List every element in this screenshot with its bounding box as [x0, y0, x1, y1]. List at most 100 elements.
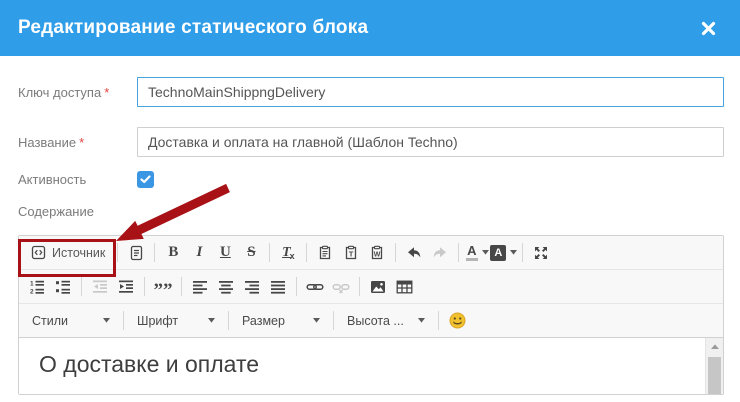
- check-icon: [140, 175, 151, 184]
- source-button[interactable]: Источник: [24, 240, 112, 265]
- toolbar-separator: [228, 311, 229, 330]
- activity-row: Активность: [18, 171, 724, 188]
- smiley-icon: [449, 312, 465, 329]
- bg-color-icon: A: [490, 244, 507, 261]
- modal-header: Редактирование статического блока: [0, 0, 740, 56]
- name-label: Название *: [18, 135, 85, 150]
- link-button[interactable]: [302, 274, 328, 299]
- toolbar-separator: [333, 311, 334, 330]
- chevron-down-icon: [510, 250, 518, 255]
- ordered-list-icon: 12: [30, 280, 44, 295]
- size-dropdown[interactable]: Размер: [234, 308, 328, 333]
- font-dropdown[interactable]: Шрифт: [129, 308, 223, 333]
- editor-scrollbar[interactable]: [705, 338, 723, 394]
- maximize-icon: [535, 246, 548, 259]
- toolbar-separator: [154, 243, 156, 262]
- scrollbar-up-button[interactable]: [706, 338, 723, 355]
- close-button[interactable]: [694, 14, 722, 42]
- toolbar-separator: [458, 243, 460, 262]
- redo-icon: [434, 246, 447, 257]
- align-left-button[interactable]: [187, 274, 213, 299]
- activity-checkbox[interactable]: [137, 171, 154, 188]
- align-right-icon: [245, 280, 259, 294]
- svg-text:T: T: [349, 249, 354, 258]
- chevron-down-icon: [103, 318, 110, 323]
- paste-text-icon: T: [346, 245, 357, 259]
- link-icon: [306, 283, 324, 290]
- align-center-button[interactable]: [213, 274, 239, 299]
- align-right-button[interactable]: [239, 274, 265, 299]
- outdent-icon: [93, 280, 107, 293]
- toolbar-separator: [359, 277, 360, 296]
- toolbar-separator: [438, 311, 439, 330]
- close-icon: [701, 21, 715, 35]
- chevron-down-icon: [481, 250, 489, 255]
- scrollbar-thumb[interactable]: [708, 357, 721, 394]
- chevron-down-icon: [208, 318, 215, 323]
- table-icon: [396, 280, 412, 293]
- ordered-list-button[interactable]: 12: [24, 274, 50, 299]
- blockquote-button[interactable]: ””: [150, 274, 176, 300]
- wysiwyg-editor: Источник B I U S Tx T W A A 1 2 ”” Стили…: [18, 235, 724, 395]
- justify-button[interactable]: [265, 274, 291, 299]
- image-icon: [371, 280, 385, 293]
- image-button[interactable]: [365, 274, 391, 299]
- chevron-down-icon: [418, 318, 425, 323]
- paste-text-button[interactable]: T: [338, 240, 364, 265]
- table-button[interactable]: [391, 274, 417, 299]
- toolbar-separator: [181, 277, 182, 296]
- source-button-label: Источник: [52, 245, 106, 260]
- outdent-button[interactable]: [87, 274, 113, 299]
- line-height-dropdown[interactable]: Высота ...: [339, 308, 433, 333]
- content-heading: О доставке и оплате: [39, 351, 260, 377]
- underline-button[interactable]: U: [212, 240, 238, 265]
- undo-button[interactable]: [401, 240, 427, 265]
- access-key-row: Ключ доступа *: [18, 77, 724, 107]
- toolbar-separator: [144, 277, 145, 296]
- bold-icon: B: [168, 244, 179, 260]
- required-asterisk: *: [79, 135, 85, 150]
- strikethrough-button[interactable]: S: [238, 240, 264, 265]
- strikethrough-icon: S: [247, 244, 256, 260]
- svg-text:W: W: [374, 251, 381, 258]
- bullet-list-icon: [56, 280, 70, 294]
- paste-button[interactable]: [312, 240, 338, 265]
- text-color-button[interactable]: A: [464, 240, 490, 265]
- content-label: Содержание: [18, 204, 94, 219]
- editor-content-area[interactable]: О доставке и оплате: [19, 338, 723, 394]
- access-key-label: Ключ доступа *: [18, 85, 110, 100]
- font-dropdown-label: Шрифт: [137, 313, 179, 328]
- paste-icon: [320, 245, 331, 259]
- toolbar-row-3: Стили Шрифт Размер Высота ...: [19, 304, 723, 338]
- name-row: Название *: [18, 127, 724, 157]
- indent-button[interactable]: [113, 274, 139, 299]
- modal-title: Редактирование статического блока: [18, 17, 369, 38]
- bg-color-button[interactable]: A: [490, 240, 518, 265]
- bullet-list-button[interactable]: [50, 274, 76, 299]
- content-label-row: Содержание: [18, 204, 724, 219]
- toolbar-separator: [395, 243, 397, 262]
- toolbar-separator: [81, 277, 82, 296]
- paste-word-button[interactable]: W: [364, 240, 390, 265]
- italic-button[interactable]: I: [186, 240, 212, 265]
- svg-text:1: 1: [30, 280, 34, 287]
- toolbar-separator: [296, 277, 297, 296]
- maximize-button[interactable]: [528, 240, 554, 265]
- styles-dropdown[interactable]: Стили: [24, 308, 118, 333]
- name-input[interactable]: [137, 127, 724, 157]
- activity-label: Активность: [18, 172, 87, 187]
- modal-body: Ключ доступа* Название* Активность Содер…: [0, 56, 740, 395]
- templates-button[interactable]: [123, 240, 149, 265]
- access-key-input[interactable]: [137, 77, 724, 107]
- bold-button[interactable]: B: [160, 240, 186, 265]
- remove-format-button[interactable]: Tx: [275, 240, 301, 265]
- unlink-button[interactable]: [328, 274, 354, 299]
- underline-icon: U: [219, 244, 231, 260]
- undo-icon: [408, 246, 421, 257]
- text-color-icon: A: [466, 244, 478, 261]
- chevron-down-icon: [313, 318, 320, 323]
- redo-button[interactable]: [427, 240, 453, 265]
- smiley-button[interactable]: [444, 308, 470, 333]
- scroll-up-icon: [710, 344, 719, 349]
- indent-icon: [119, 280, 133, 293]
